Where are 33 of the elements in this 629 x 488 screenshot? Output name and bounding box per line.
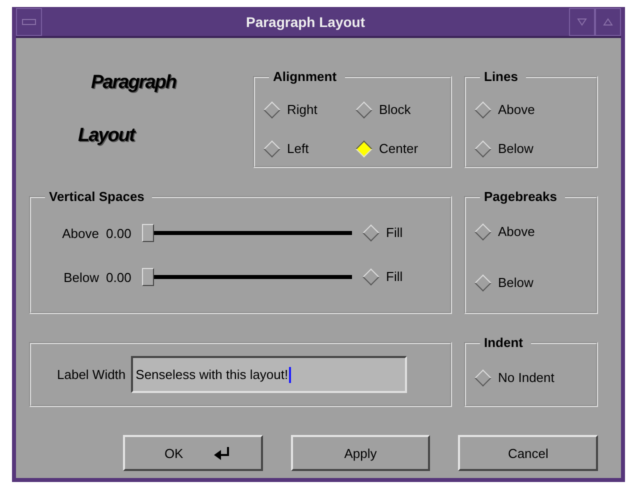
down-triangle-icon: [577, 18, 587, 26]
group-title: Alignment: [269, 69, 345, 85]
radio-button[interactable]: Above: [474, 221, 596, 243]
slider-label: Below: [62, 270, 99, 284]
logo-text: Layout: [78, 125, 134, 147]
text-cursor: [289, 366, 292, 382]
group-title: Vertical Spaces: [45, 189, 152, 205]
radio-button[interactable]: Fill: [362, 266, 403, 288]
logo-text: Paragraph: [91, 72, 176, 94]
return-icon: [213, 446, 232, 460]
radio-button[interactable]: Below: [474, 272, 596, 294]
radio-button[interactable]: Right: [263, 99, 355, 121]
text-field[interactable]: Senseless with this layout!: [130, 356, 407, 393]
window-title: Paragraph Layout: [244, 13, 366, 32]
dialog-button[interactable]: Cancel: [458, 435, 598, 471]
field-label: Label Width: [57, 367, 126, 382]
slider-thumb[interactable]: [142, 224, 154, 242]
ok-button[interactable]: OK: [123, 435, 263, 471]
slider-thumb[interactable]: [142, 268, 154, 286]
radio-button[interactable]: Left: [263, 138, 355, 160]
slider-label: Above: [61, 226, 99, 240]
slider-value: 0.00: [106, 270, 132, 284]
radio-button[interactable]: Block: [355, 99, 455, 121]
radio-button[interactable]: Above: [474, 99, 596, 121]
up-triangle-icon: [603, 18, 613, 26]
dialog-button[interactable]: Apply: [290, 435, 430, 471]
radio-button[interactable]: No Indent: [474, 367, 596, 389]
radio-button[interactable]: Fill: [362, 222, 403, 244]
slider-value: 0.00: [106, 226, 132, 240]
radio-button[interactable]: Center: [355, 138, 455, 160]
radio-button[interactable]: Below: [474, 138, 596, 160]
bar-icon: [22, 19, 36, 25]
group-title: Pagebreaks: [480, 189, 565, 205]
